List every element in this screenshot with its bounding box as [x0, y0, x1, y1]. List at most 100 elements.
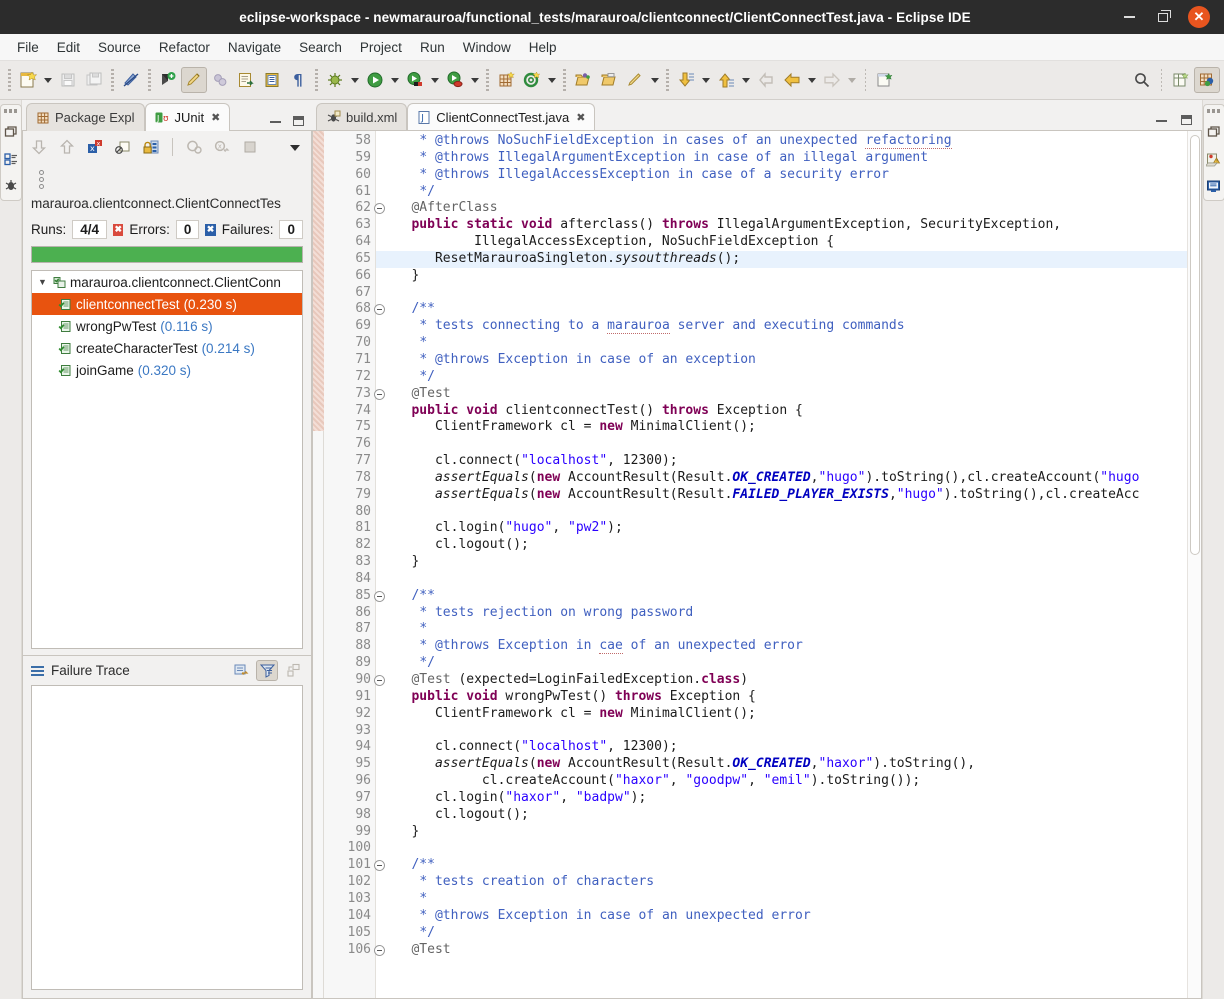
code-line[interactable]	[388, 571, 1201, 588]
show-failures-only-button[interactable]: xx	[85, 137, 105, 157]
view-menu-button[interactable]	[285, 137, 305, 157]
code-line[interactable]: * @throws IllegalAccessException in case…	[388, 167, 1201, 184]
code-line[interactable]: @AfterClass	[388, 200, 1201, 217]
tab-package-explorer[interactable]: Package Expl	[26, 103, 145, 131]
menu-refactor[interactable]: Refactor	[150, 37, 219, 58]
code-line[interactable]: public static void afterclass() throws I…	[388, 217, 1201, 234]
code-line[interactable]: }	[388, 268, 1201, 285]
tree-row-clientconnecttest[interactable]: clientconnectTest (0.230 s)	[32, 293, 302, 315]
show-tests-in-hierarchy-button[interactable]	[113, 137, 133, 157]
code-line[interactable]: * @throws Exception in case of an except…	[388, 352, 1201, 369]
code-line[interactable]: assertEquals(new AccountResult(Result.FA…	[388, 487, 1201, 504]
code-line[interactable]: * tests connecting to a marauroa server …	[388, 318, 1201, 335]
menu-window[interactable]: Window	[454, 37, 520, 58]
restore-icon[interactable]	[3, 124, 19, 140]
code-line[interactable]	[388, 436, 1201, 453]
new-java-class-icon[interactable]	[493, 67, 519, 93]
code-line[interactable]: cl.login("haxor", "badpw");	[388, 790, 1201, 807]
code-line[interactable]: * @throws Exception in cae of an unexpec…	[388, 638, 1201, 655]
code-line[interactable]: ResetMarauroaSingleton.sysoutthreads();	[376, 250, 1201, 268]
code-line[interactable]: * @throws NoSuchFieldException in cases …	[388, 133, 1201, 150]
backward-dropdown-icon[interactable]	[805, 67, 819, 93]
previous-annotation-icon[interactable]	[713, 67, 739, 93]
failure-trace-content[interactable]	[31, 685, 303, 990]
new-annotation-icon[interactable]	[519, 67, 545, 93]
code-line[interactable]: assertEquals(new AccountResult(Result.OK…	[388, 756, 1201, 773]
code-line[interactable]: assertEquals(new AccountResult(Result.OK…	[388, 470, 1201, 487]
code-line[interactable]: * tests creation of characters	[388, 874, 1201, 891]
maximize-icon[interactable]	[1154, 8, 1172, 26]
code-line[interactable]: IllegalAccessException, NoSuchFieldExcep…	[388, 234, 1201, 251]
editor-code-content[interactable]: * @throws NoSuchFieldException in cases …	[376, 131, 1201, 998]
code-editor[interactable]: 58 59 60 61 62 63 64 65 66 67 68 69 70 71 72 73 74 75 76 77…	[312, 130, 1202, 999]
new-annotation-dropdown-icon[interactable]	[545, 67, 559, 93]
code-line[interactable]: cl.connect("localhost", 12300);	[388, 453, 1201, 470]
new-java-package-icon[interactable]	[155, 67, 181, 93]
code-line[interactable]: public void wrongPwTest() throws Excepti…	[388, 689, 1201, 706]
next-failure-button[interactable]	[29, 137, 49, 157]
code-line[interactable]: *	[388, 335, 1201, 352]
open-type-icon[interactable]	[259, 67, 285, 93]
code-line[interactable]: * @throws IllegalArgumentException in ca…	[388, 150, 1201, 167]
save-icon[interactable]	[55, 67, 81, 93]
debug-dropdown-icon[interactable]	[348, 67, 362, 93]
coverage-dropdown-icon[interactable]	[428, 67, 442, 93]
code-line[interactable]: public void clientconnectTest() throws E…	[388, 403, 1201, 420]
toolbar-grip-5[interactable]	[486, 69, 489, 91]
problems-icon[interactable]: !	[1206, 151, 1222, 167]
code-line[interactable]: @Test	[388, 942, 1201, 959]
open-task-icon[interactable]	[233, 67, 259, 93]
code-line[interactable]: ClientFramework cl = new MinimalClient()…	[388, 706, 1201, 723]
rerun-failed-tests-button[interactable]: x	[212, 137, 232, 157]
restore-icon[interactable]	[1206, 124, 1222, 140]
menu-run[interactable]: Run	[411, 37, 454, 58]
tab-clientconnecttest-java[interactable]: J ClientConnectTest.java ✖	[407, 103, 596, 131]
code-line[interactable]: * @throws Exception in case of an unexpe…	[388, 908, 1201, 925]
menu-search[interactable]: Search	[290, 37, 351, 58]
external-tools-icon[interactable]	[442, 67, 468, 93]
scrollbar-thumb[interactable]	[1190, 135, 1200, 555]
new-wizard-dropdown-icon[interactable]	[41, 67, 55, 93]
close-icon[interactable]: ✖	[576, 111, 585, 124]
menu-file[interactable]: File	[8, 37, 48, 58]
minimize-icon[interactable]	[1120, 8, 1138, 26]
junit-test-tree[interactable]: ▼ marauroa.clientconnect.ClientConn clie…	[31, 270, 303, 649]
code-line[interactable]: */	[388, 655, 1201, 672]
code-line[interactable]	[388, 285, 1201, 302]
code-line[interactable]: @Test	[388, 386, 1201, 403]
strip-grip[interactable]	[1206, 109, 1221, 113]
toolbar-grip[interactable]	[8, 69, 11, 91]
code-line[interactable]	[388, 723, 1201, 740]
maximize-icon[interactable]	[293, 116, 304, 126]
code-line[interactable]: *	[388, 621, 1201, 638]
open-type-hierarchy-icon[interactable]	[570, 67, 596, 93]
toolbar-grip-3[interactable]	[148, 69, 151, 91]
compare-result-button[interactable]	[230, 660, 252, 681]
scroll-lock-button[interactable]	[141, 137, 161, 157]
search-icon[interactable]	[1129, 67, 1155, 93]
menu-navigate[interactable]: Navigate	[219, 37, 290, 58]
code-line[interactable]: }	[388, 554, 1201, 571]
editor-marker-bar[interactable]	[313, 131, 324, 998]
menu-help[interactable]: Help	[520, 37, 566, 58]
code-line[interactable]: */	[388, 925, 1201, 942]
run-dropdown-icon[interactable]	[388, 67, 402, 93]
menu-project[interactable]: Project	[351, 37, 411, 58]
maximize-button[interactable]	[282, 660, 304, 681]
forward-dropdown-icon[interactable]	[845, 67, 859, 93]
toolbar-grip-2[interactable]	[111, 69, 114, 91]
forward-icon[interactable]	[819, 67, 845, 93]
toggle-mark-occurrences-icon[interactable]	[118, 67, 144, 93]
toolbar-grip-7[interactable]	[666, 69, 669, 91]
tree-row-wrongpwtest[interactable]: wrongPwTest (0.116 s)	[32, 315, 302, 337]
new-wizard-icon[interactable]	[15, 67, 41, 93]
next-annotation-dropdown-icon[interactable]	[699, 67, 713, 93]
editor-vertical-scrollbar[interactable]	[1187, 131, 1201, 998]
quick-fix-dropdown-icon[interactable]	[648, 67, 662, 93]
strip-grip[interactable]	[3, 109, 18, 113]
code-line[interactable]	[388, 504, 1201, 521]
code-line[interactable]: ClientFramework cl = new MinimalClient()…	[388, 419, 1201, 436]
stop-button[interactable]	[240, 137, 260, 157]
code-line[interactable]: */	[388, 369, 1201, 386]
console-icon[interactable]	[1206, 178, 1222, 194]
